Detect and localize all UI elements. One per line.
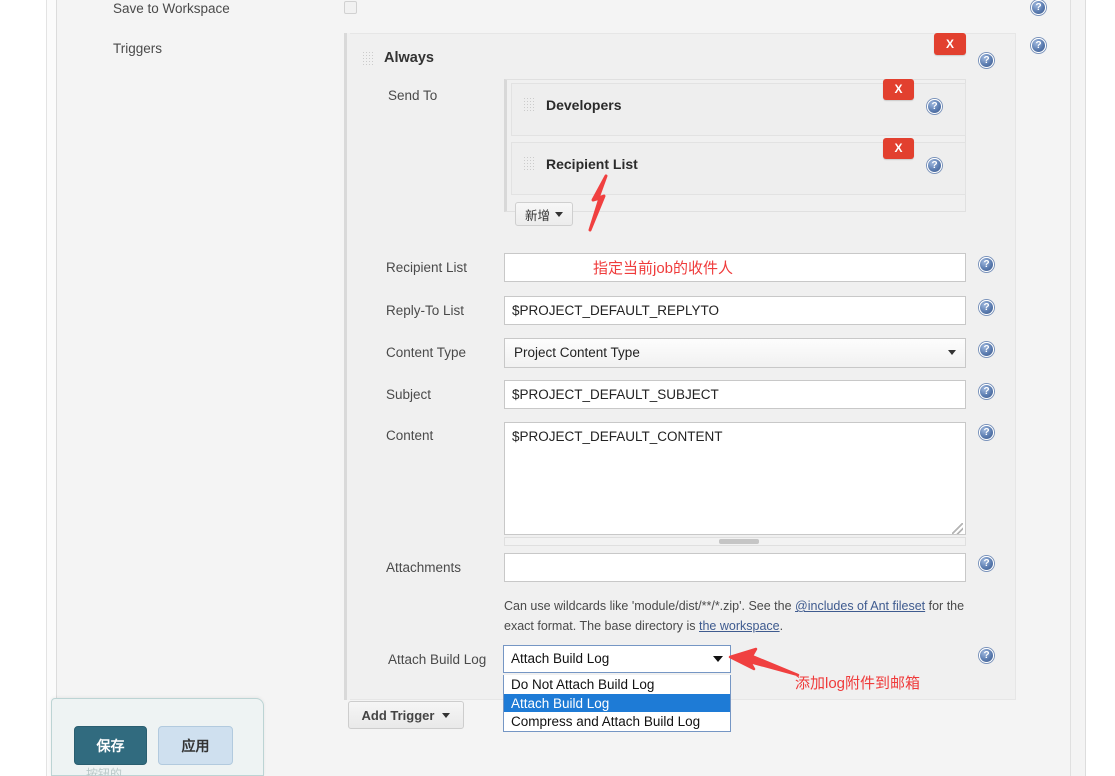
reply-to-list-input[interactable] (504, 296, 966, 325)
help-icon-trigger[interactable]: ? (979, 53, 994, 68)
content-type-label: Content Type (386, 345, 467, 360)
chevron-down-icon (713, 656, 723, 662)
attachments-label: Attachments (386, 560, 462, 575)
recipient-list-input[interactable] (504, 253, 966, 282)
chevron-down-icon (948, 350, 956, 355)
help-icon-content-type[interactable]: ? (979, 342, 994, 357)
remove-recipient-list-button[interactable]: X (883, 138, 914, 159)
attach-build-log-option[interactable]: Do Not Attach Build Log (504, 675, 730, 694)
save-button[interactable]: 保存 (74, 726, 147, 765)
recipient-list-label: Recipient List (386, 260, 468, 275)
page-root: Save to Workspace ? Triggers ? Always X … (0, 0, 1115, 776)
help-icon-developers[interactable]: ? (927, 99, 942, 114)
add-trigger-label: Add Trigger (361, 707, 435, 723)
triggers-label: Triggers (113, 41, 163, 56)
attachments-input[interactable] (504, 553, 966, 582)
page-left-gutter (0, 0, 46, 776)
content-type-select[interactable]: Project Content Type (504, 338, 966, 368)
scrollbar-thumb[interactable] (719, 539, 759, 544)
send-to-label: Send To (388, 88, 438, 103)
chevron-down-icon (555, 211, 563, 217)
drag-handle-icon-always[interactable] (362, 51, 374, 66)
add-trigger-button[interactable]: Add Trigger (348, 701, 464, 729)
attachments-help-text: Can use wildcards like 'module/dist/**/*… (504, 596, 968, 636)
help-icon-content[interactable]: ? (979, 425, 994, 440)
help-icon-recipient-list-field[interactable]: ? (979, 257, 994, 272)
recipient-provider-name-recipient-list: Recipient List (546, 156, 638, 172)
reply-to-list-label: Reply-To List (386, 303, 465, 318)
drag-handle-icon-developers[interactable] (523, 97, 535, 112)
remove-trigger-button[interactable]: X (934, 33, 966, 55)
gutter-divider-outer (46, 0, 47, 776)
attach-build-log-option-list[interactable]: Do Not Attach Build Log Attach Build Log… (503, 675, 731, 732)
help-icon-triggers[interactable]: ? (1031, 38, 1046, 53)
recipient-provider-name-developers: Developers (546, 97, 622, 113)
chevron-down-icon (442, 712, 451, 718)
subject-input[interactable] (504, 380, 966, 409)
help-icon-attach-build-log[interactable]: ? (979, 648, 994, 663)
save-to-workspace-checkbox[interactable] (344, 1, 357, 14)
attach-build-log-option[interactable]: Attach Build Log (504, 693, 730, 712)
help-text-part1: Can use wildcards like 'module/dist/**/*… (504, 599, 796, 613)
help-icon-attachments[interactable]: ? (979, 556, 994, 571)
add-recipient-provider-button[interactable]: 新增 (515, 202, 573, 226)
drag-handle-icon-recipient-list[interactable] (523, 156, 535, 171)
page-right-gutter (1086, 0, 1115, 776)
attach-build-log-select[interactable]: Attach Build Log (503, 645, 731, 673)
gutter-fill (47, 0, 56, 776)
help-icon-reply-to-list[interactable]: ? (979, 300, 994, 315)
save-to-workspace-label: Save to Workspace (113, 1, 230, 16)
attach-build-log-label: Attach Build Log (388, 652, 487, 667)
attach-build-log-option[interactable]: Compress and Attach Build Log (504, 712, 730, 731)
help-icon-save-to-workspace[interactable]: ? (1031, 0, 1046, 15)
content-textarea[interactable] (504, 422, 966, 535)
content-label: Content (386, 428, 434, 443)
ant-fileset-link[interactable]: @includes of Ant fileset (795, 599, 925, 613)
right-divider-inner (1070, 0, 1071, 776)
trigger-title: Always (384, 50, 434, 66)
add-recipient-provider-label: 新增 (524, 208, 550, 223)
help-icon-subject[interactable]: ? (979, 384, 994, 399)
workspace-link[interactable]: the workspace (699, 619, 780, 633)
content-type-value: Project Content Type (514, 345, 640, 360)
save-bar-hint-text: 按钮的... (86, 767, 133, 776)
apply-button[interactable]: 应用 (158, 726, 233, 765)
content-horizontal-scrollbar[interactable] (504, 537, 966, 546)
subject-label: Subject (386, 387, 432, 402)
attach-build-log-value: Attach Build Log (511, 651, 610, 666)
help-text-part3: . (779, 619, 784, 633)
help-icon-recipient-list[interactable]: ? (927, 158, 942, 173)
remove-developers-button[interactable]: X (883, 79, 914, 100)
